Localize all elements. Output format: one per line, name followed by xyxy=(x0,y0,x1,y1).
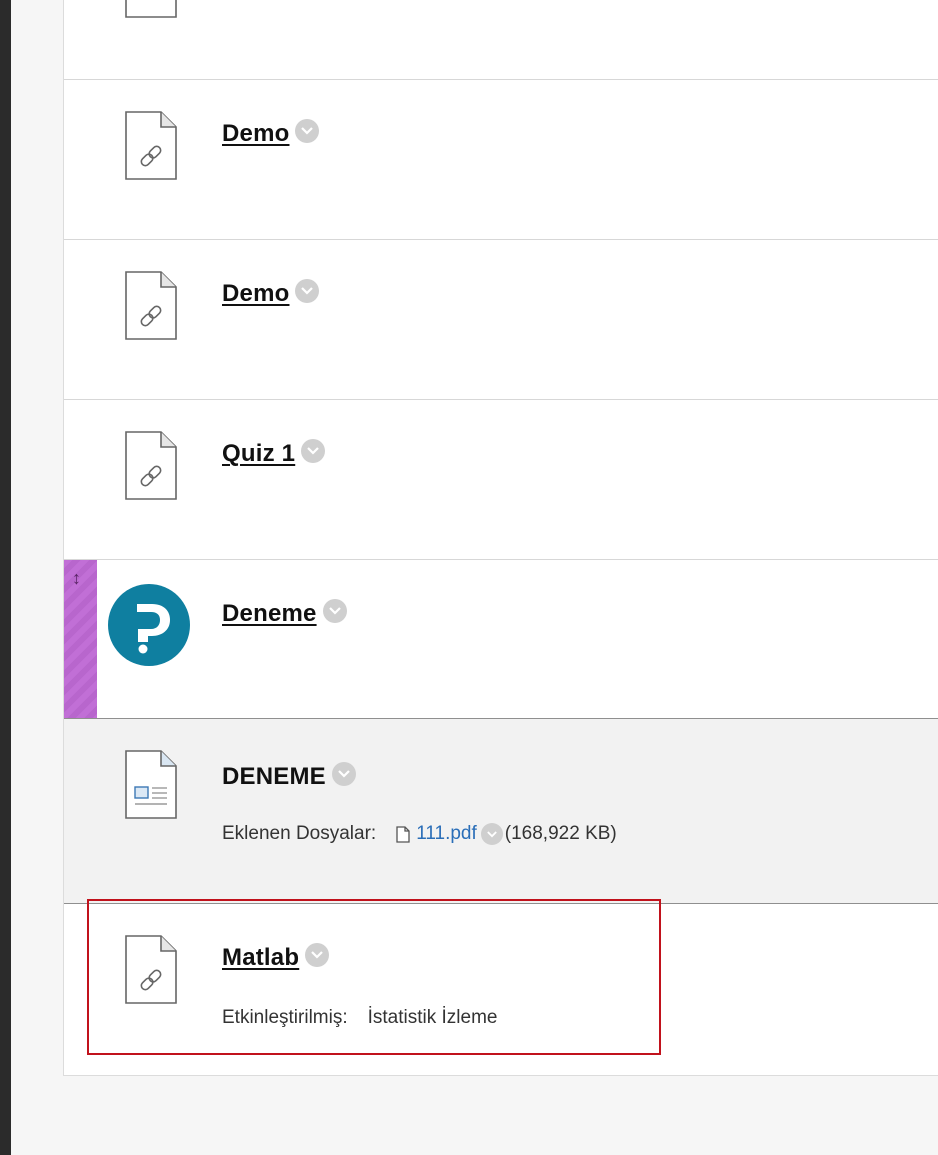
list-item-partial xyxy=(64,0,938,80)
attached-files-row: Eklenen Dosyalar: 111.pdf (168,922 KB) xyxy=(222,823,617,845)
link-file-icon xyxy=(125,271,177,340)
link-file-icon xyxy=(125,0,177,18)
chevron-down-icon[interactable] xyxy=(301,439,326,463)
left-sidebar-edge xyxy=(0,0,11,1155)
list-item: Demo xyxy=(64,80,938,240)
pearson-logo xyxy=(108,584,190,666)
chevron-down-icon[interactable] xyxy=(295,119,320,143)
chevron-down-icon[interactable] xyxy=(480,823,503,845)
file-size: (168,922 KB) xyxy=(504,823,617,844)
file-icon xyxy=(396,825,410,843)
item-title-row: DENEME xyxy=(222,762,356,791)
item-title-row: Quiz 1 xyxy=(222,439,326,468)
item-title-row: Demo xyxy=(222,119,320,148)
list-item: Demo xyxy=(64,240,938,400)
item-title-link[interactable]: Demo xyxy=(222,280,289,308)
list-item: Quiz 1 xyxy=(64,400,938,560)
item-title-row: Demo xyxy=(222,279,320,308)
link-file-icon xyxy=(125,111,177,180)
item-title: DENEME xyxy=(222,763,326,790)
item-title-row: Deneme xyxy=(222,599,347,628)
link-file-icon xyxy=(125,431,177,500)
list-item-pearson: ↕ Deneme xyxy=(64,560,938,718)
item-title-link[interactable]: Deneme xyxy=(222,600,317,628)
file-link[interactable]: 111.pdf xyxy=(416,823,477,845)
list-bottom-border xyxy=(63,1075,938,1076)
drag-arrows-icon: ↕ xyxy=(72,568,81,588)
drag-handle[interactable]: ↕ xyxy=(64,560,97,718)
item-title-link[interactable]: Quiz 1 xyxy=(222,440,295,468)
list-item-document: DENEME Eklenen Dosyalar: 111.pdf (168,92… xyxy=(64,718,938,904)
chevron-down-icon[interactable] xyxy=(331,762,356,786)
document-icon xyxy=(125,750,177,819)
chevron-down-icon[interactable] xyxy=(322,599,347,623)
item-title-link[interactable]: Demo xyxy=(222,120,289,148)
chevron-down-icon[interactable] xyxy=(295,279,320,303)
highlight-box xyxy=(87,899,661,1055)
attached-files-label: Eklenen Dosyalar: xyxy=(222,823,377,844)
